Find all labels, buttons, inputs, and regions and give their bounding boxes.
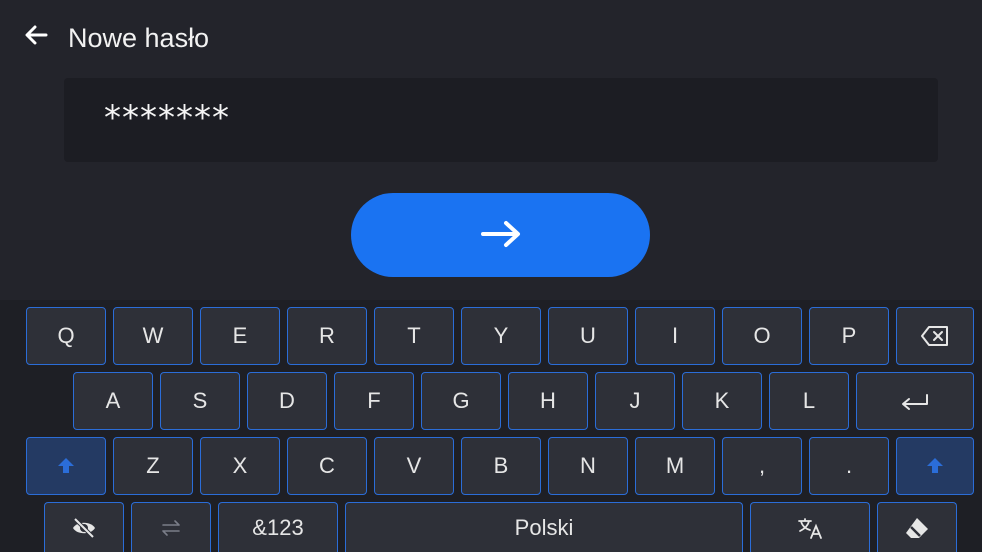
key-o[interactable]: O xyxy=(722,307,802,365)
backspace-key[interactable] xyxy=(896,307,974,365)
key-j[interactable]: J xyxy=(595,372,675,430)
shift-icon xyxy=(924,455,946,477)
backspace-icon xyxy=(920,325,950,347)
key-x[interactable]: X xyxy=(200,437,280,495)
arrow-left-icon[interactable] xyxy=(24,25,48,45)
page-title: Nowe hasło xyxy=(68,23,210,53)
key-n[interactable]: N xyxy=(548,437,628,495)
key-comma[interactable]: , xyxy=(722,437,802,495)
key-h[interactable]: H xyxy=(508,372,588,430)
hide-keyboard-key[interactable] xyxy=(44,502,124,552)
enter-icon xyxy=(899,391,931,411)
language-key[interactable] xyxy=(750,502,870,552)
key-s[interactable]: S xyxy=(160,372,240,430)
shift-key-right[interactable] xyxy=(896,437,974,495)
key-k[interactable]: K xyxy=(682,372,762,430)
confirm-button[interactable] xyxy=(351,193,650,277)
key-p[interactable]: P xyxy=(809,307,889,365)
key-period[interactable]: . xyxy=(809,437,889,495)
key-v[interactable]: V xyxy=(374,437,454,495)
key-z[interactable]: Z xyxy=(113,437,193,495)
key-r[interactable]: R xyxy=(287,307,367,365)
on-screen-keyboard: Q W E R T Y U I O P A S D F G H J K L Z … xyxy=(0,300,982,552)
translate-icon xyxy=(796,516,824,540)
key-w[interactable]: W xyxy=(113,307,193,365)
shift-icon xyxy=(55,455,77,477)
key-i[interactable]: I xyxy=(635,307,715,365)
shift-key-left[interactable] xyxy=(26,437,106,495)
eraser-icon xyxy=(903,516,931,540)
clear-key[interactable] xyxy=(877,502,957,552)
key-e[interactable]: E xyxy=(200,307,280,365)
key-t[interactable]: T xyxy=(374,307,454,365)
key-y[interactable]: Y xyxy=(461,307,541,365)
enter-key[interactable] xyxy=(856,372,974,430)
key-c[interactable]: C xyxy=(287,437,367,495)
key-q[interactable]: Q xyxy=(26,307,106,365)
key-b[interactable]: B xyxy=(461,437,541,495)
switch-layout-key[interactable] xyxy=(131,502,211,552)
key-u[interactable]: U xyxy=(548,307,628,365)
symbols-key[interactable]: &123 xyxy=(218,502,338,552)
key-d[interactable]: D xyxy=(247,372,327,430)
password-field[interactable]: ******* xyxy=(64,78,938,162)
header-bar: Nowe hasło xyxy=(0,0,982,70)
key-a[interactable]: A xyxy=(73,372,153,430)
space-key[interactable]: Polski xyxy=(345,502,743,552)
key-g[interactable]: G xyxy=(421,372,501,430)
eye-off-icon xyxy=(71,517,97,539)
key-f[interactable]: F xyxy=(334,372,414,430)
key-l[interactable]: L xyxy=(769,372,849,430)
key-m[interactable]: M xyxy=(635,437,715,495)
switch-arrows-icon xyxy=(159,517,183,539)
password-value: ******* xyxy=(104,98,230,138)
arrow-right-icon xyxy=(479,219,523,252)
